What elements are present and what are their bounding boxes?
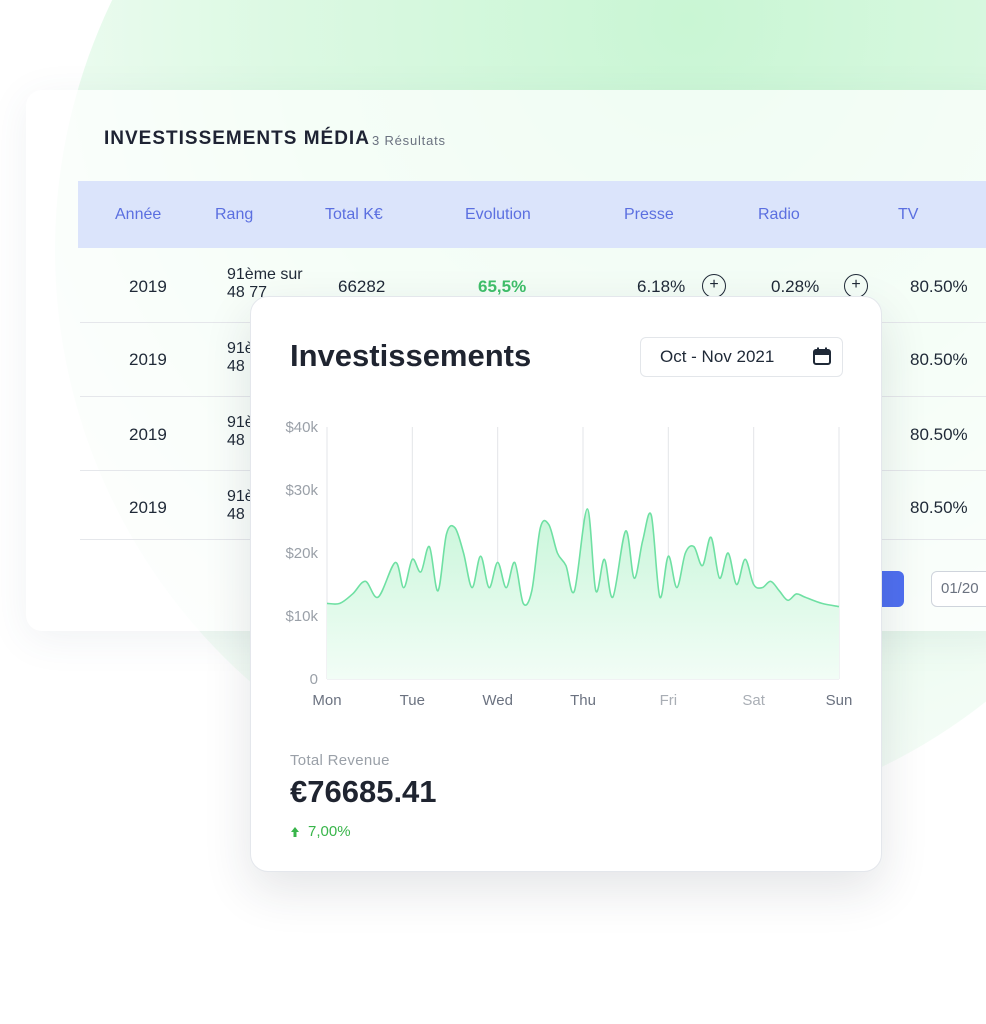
total-revenue-value: €76685.41 xyxy=(290,774,437,809)
cell-year: 2019 xyxy=(129,425,167,444)
x-tick-label: Fri xyxy=(660,692,678,709)
table-title: INVESTISSEMENTS MÉDIA xyxy=(104,128,370,149)
cell-evolution: 65,5% xyxy=(478,277,527,296)
page-indicator: 01/20 xyxy=(941,580,979,597)
cell-year: 2019 xyxy=(129,498,167,517)
total-revenue-label: Total Revenue xyxy=(290,752,390,769)
results-count: 3 Résultats xyxy=(372,133,446,148)
column-header-annee[interactable]: Année xyxy=(115,206,161,224)
y-tick-label: $40k xyxy=(285,419,318,436)
column-header-presse[interactable]: Presse xyxy=(624,206,674,224)
arrow-up-icon xyxy=(291,827,299,837)
x-tick-label: Sat xyxy=(742,692,765,709)
cell-total: 66282 xyxy=(338,277,386,296)
date-range-label: Oct - Nov 2021 xyxy=(660,347,775,366)
cell-rank-line1: 91ème sur xyxy=(227,266,303,283)
x-tick-label: Sun xyxy=(826,692,853,709)
y-tick-label: $20k xyxy=(285,545,318,562)
x-tick-label: Mon xyxy=(312,692,341,709)
calendar-icon[interactable] xyxy=(812,346,832,366)
column-header-rang[interactable]: Rang xyxy=(215,206,253,224)
investments-title: Investissements xyxy=(290,338,532,373)
trend-percentage: 7,00% xyxy=(308,823,351,840)
x-tick-label: Tue xyxy=(400,692,425,709)
cell-tv: 80.50% xyxy=(910,425,968,444)
column-header-total[interactable]: Total K€ xyxy=(325,206,383,224)
y-tick-label: 0 xyxy=(310,671,318,688)
y-tick-label: $10k xyxy=(285,608,318,625)
cell-presse: 6.18% xyxy=(637,277,686,296)
cell-tv: 80.50% xyxy=(910,498,968,517)
column-header-radio[interactable]: Radio xyxy=(758,206,800,224)
x-tick-label: Thu xyxy=(570,692,596,709)
cell-tv: 80.50% xyxy=(910,350,968,369)
revenue-area-chart: 0 $10k $20k $30k $40k Mon Tue Wed Thu Fri Sat Sun xyxy=(285,419,853,709)
cell-year: 2019 xyxy=(129,350,167,369)
cell-tv: 80.50% xyxy=(910,277,968,296)
column-header-evolution[interactable]: Evolution xyxy=(465,206,531,224)
cell-year: 2019 xyxy=(129,277,167,296)
plus-circle-icon[interactable]: + xyxy=(702,274,726,298)
plus-circle-icon[interactable]: + xyxy=(844,274,868,298)
x-tick-label: Wed xyxy=(482,692,513,709)
column-header-tv[interactable]: TV xyxy=(898,206,918,224)
cell-radio: 0.28% xyxy=(771,277,820,296)
y-tick-label: $30k xyxy=(285,482,318,499)
stage: INVESTISSEMENTS MÉDIA 3 Résultats Année … xyxy=(0,0,986,1024)
